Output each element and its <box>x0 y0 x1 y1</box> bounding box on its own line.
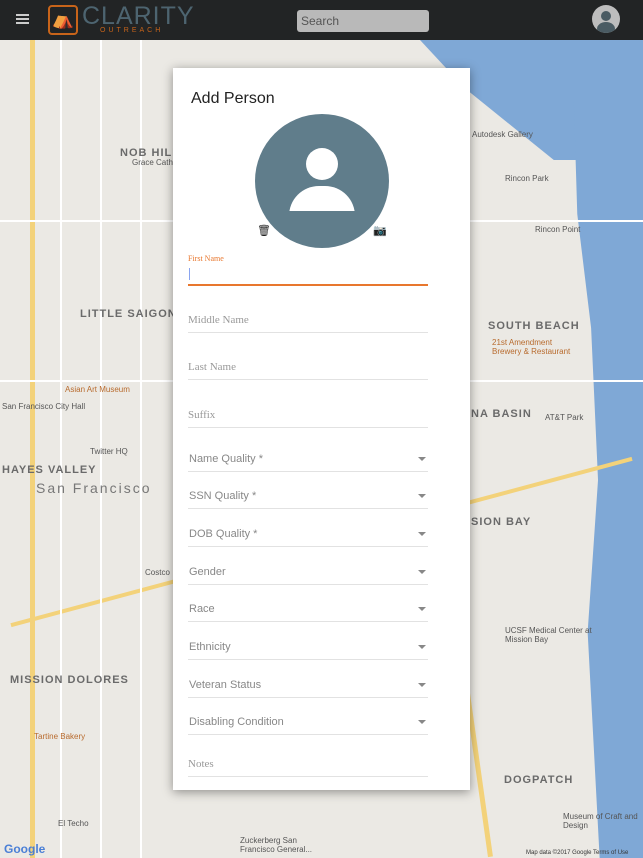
dropdown-arrow-icon <box>418 457 426 461</box>
trash-icon[interactable]: 🗑 <box>257 224 271 237</box>
disabling-condition-select[interactable]: Disabling Condition <box>188 707 428 735</box>
map-label: NA BASIN <box>471 408 532 420</box>
dropdown-arrow-icon <box>418 570 426 574</box>
map-label: LITTLE SAIGON <box>80 308 177 320</box>
field-label: Disabling Condition <box>189 716 284 728</box>
dropdown-arrow-icon <box>418 607 426 611</box>
dropdown-arrow-icon <box>418 494 426 498</box>
field-label: DOB Quality * <box>189 528 258 540</box>
ssn-quality-select[interactable]: SSN Quality * <box>188 481 428 509</box>
dropdown-arrow-icon <box>418 532 426 536</box>
last-name-input[interactable]: Last Name <box>188 352 428 380</box>
person-avatar-icon[interactable] <box>255 114 389 248</box>
field-label: Notes <box>188 758 214 770</box>
field-label: SSN Quality * <box>189 490 257 502</box>
name-quality-select[interactable]: Name Quality * <box>188 444 428 472</box>
dropdown-arrow-icon <box>418 645 426 649</box>
dialog-title: Add Person <box>191 90 275 107</box>
notes-input[interactable]: Notes <box>188 749 428 777</box>
map-label: San Francisco <box>36 480 152 496</box>
logo-tent-icon: ⛺ <box>48 5 78 35</box>
field-label: Ethnicity <box>189 641 231 653</box>
map-label: Twitter HQ <box>90 447 128 456</box>
user-avatar-icon[interactable] <box>592 5 620 33</box>
map-label: AT&T Park <box>545 413 584 422</box>
dropdown-arrow-icon <box>418 720 426 724</box>
map-label: Rincon Park <box>505 174 549 183</box>
dropdown-arrow-icon <box>418 683 426 687</box>
camera-icon[interactable]: 📷 <box>373 224 387 237</box>
map-label: Autodesk Gallery <box>472 130 533 139</box>
gender-select[interactable]: Gender <box>188 557 428 585</box>
map-label: MISSION DOLORES <box>10 674 129 686</box>
map-label: SION BAY <box>471 516 532 528</box>
map-label: El Techo <box>58 819 89 828</box>
suffix-input[interactable]: Suffix <box>188 400 428 428</box>
hamburger-menu-icon[interactable] <box>16 14 29 24</box>
field-label: Suffix <box>188 409 216 421</box>
logo-subtext: OUTREACH <box>100 27 164 34</box>
first-name-label: First Name <box>188 254 224 263</box>
add-person-dialog: Add Person 🗑 📷 First Name Middle Name La… <box>173 68 470 790</box>
first-name-input[interactable] <box>188 264 428 286</box>
map-label: Costco <box>145 568 170 577</box>
field-label: Gender <box>189 566 226 578</box>
dob-quality-select[interactable]: DOB Quality * <box>188 519 428 547</box>
map-label: 21st Amendment Brewery & Restaurant <box>492 338 571 356</box>
search-input[interactable] <box>297 10 429 32</box>
map-attribution[interactable]: Map data ©2017 Google Terms of Use <box>526 850 628 856</box>
google-logo: Google <box>4 842 46 856</box>
map-label: Asian Art Museum <box>65 385 130 394</box>
map-label: San Francisco City Hall <box>2 402 86 411</box>
text-cursor <box>189 268 190 280</box>
map-label: SOUTH BEACH <box>488 320 580 332</box>
map-label: DOGPATCH <box>504 774 574 786</box>
map-label: Tartine Bakery <box>34 732 86 741</box>
ethnicity-select[interactable]: Ethnicity <box>188 632 428 660</box>
field-label: Name Quality * <box>189 453 263 465</box>
race-select[interactable]: Race <box>188 594 428 622</box>
middle-name-input[interactable]: Middle Name <box>188 305 428 333</box>
map-label: Museum of Craft and Design <box>563 812 638 830</box>
field-label: Last Name <box>188 361 236 373</box>
top-bar: ⛺ CLARITY OUTREACH <box>0 0 643 40</box>
map-label: Zuckerberg San Francisco General... <box>240 836 313 854</box>
field-label: Middle Name <box>188 314 249 326</box>
map-label: HAYES VALLEY <box>2 464 97 476</box>
map-label: UCSF Medical Center at Mission Bay <box>505 626 592 644</box>
field-label: Veteran Status <box>189 679 262 691</box>
field-label: Race <box>189 603 215 615</box>
map-label: Rincon Point <box>535 225 581 234</box>
veteran-status-select[interactable]: Veteran Status <box>188 670 428 698</box>
